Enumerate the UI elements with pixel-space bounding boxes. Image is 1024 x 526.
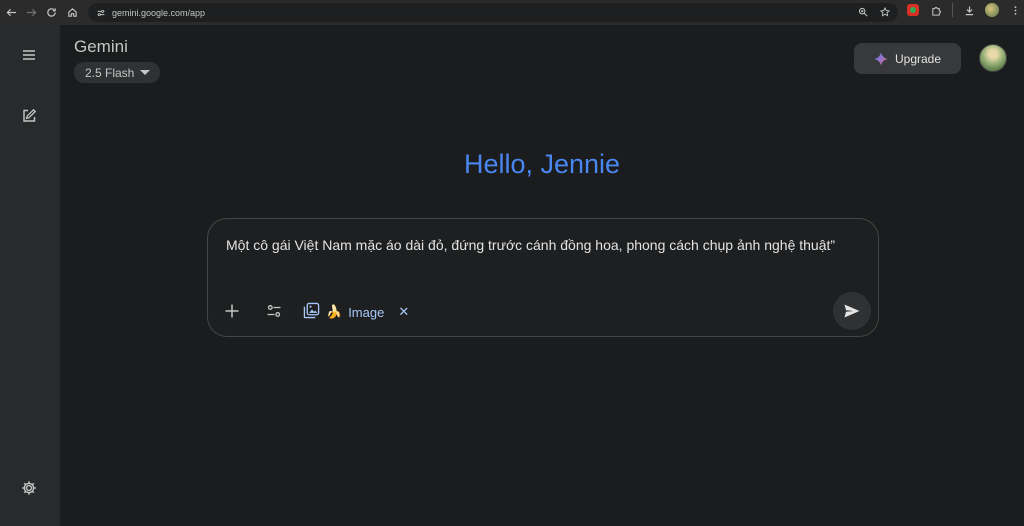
url-text: gemini.google.com/app (112, 7, 206, 18)
banana-emoji: 🍌 (326, 304, 343, 319)
upgrade-button[interactable]: Upgrade (854, 43, 961, 74)
back-icon (6, 8, 16, 16)
main-menu-button[interactable] (14, 40, 44, 70)
zoom-icon (858, 7, 868, 17)
reload-icon (46, 7, 56, 17)
plus-icon (225, 304, 239, 318)
home-icon (67, 7, 77, 17)
zoom-button[interactable] (856, 5, 870, 19)
add-file-button[interactable] (218, 297, 246, 325)
home-button[interactable] (61, 1, 83, 23)
extensions-menu-button[interactable] (929, 3, 943, 17)
back-button[interactable] (0, 1, 22, 23)
star-icon (880, 7, 890, 17)
tools-button[interactable] (260, 297, 288, 325)
bookmark-button[interactable] (878, 5, 892, 19)
prompt-input-text[interactable]: Một cô gái Việt Nam mặc áo dài đỏ, đứng … (226, 234, 846, 256)
browser-toolbar: gemini.google.com/app (0, 0, 1024, 25)
extension-logo-icon (907, 4, 919, 16)
image-tool-chip[interactable]: 🍌 Image ✕ (303, 299, 409, 325)
main-area: Gemini 2.5 Flash Upgrade Hello, Jennie M… (60, 25, 1024, 526)
prompt-input-box[interactable]: Một cô gái Việt Nam mặc áo dài đỏ, đứng … (207, 218, 879, 337)
new-chat-icon (23, 108, 37, 122)
forward-button[interactable] (20, 1, 42, 23)
download-icon (965, 5, 973, 15)
settings-button[interactable] (14, 473, 44, 503)
model-selector[interactable]: 2.5 Flash (74, 62, 161, 83)
image-gen-icon (303, 302, 320, 322)
browser-profile-button[interactable] (985, 3, 999, 17)
upgrade-label: Upgrade (894, 51, 942, 66)
model-name: 2.5 Flash (85, 65, 135, 80)
hamburger-menu-icon (23, 50, 35, 60)
sparkle-icon (873, 51, 888, 66)
extension-button[interactable] (906, 3, 920, 17)
tools-icon (267, 305, 281, 317)
downloads-button[interactable] (962, 3, 976, 17)
kebab-menu-icon (1014, 5, 1016, 15)
close-icon[interactable]: ✕ (398, 304, 409, 320)
account-avatar[interactable] (979, 44, 1007, 72)
send-button[interactable] (833, 292, 871, 330)
caret-down-icon (140, 70, 151, 75)
browser-menu-button[interactable] (1008, 3, 1022, 17)
extensions-icon (931, 6, 941, 16)
forward-icon (26, 8, 36, 16)
browser-profile-avatar (985, 3, 999, 17)
settings-icon (22, 481, 36, 495)
extensions-area (906, 3, 1022, 17)
site-info-icon[interactable] (94, 6, 108, 20)
send-icon (844, 304, 860, 318)
side-rail (0, 25, 60, 526)
greeting-heading: Hello, Jennie (463, 149, 621, 179)
new-chat-button[interactable] (14, 101, 44, 131)
reload-button[interactable] (40, 1, 62, 23)
app-title: Gemini (74, 37, 128, 56)
toolbar-divider (952, 3, 953, 17)
image-chip-label: Image (348, 304, 385, 320)
address-bar[interactable]: gemini.google.com/app (88, 3, 898, 22)
